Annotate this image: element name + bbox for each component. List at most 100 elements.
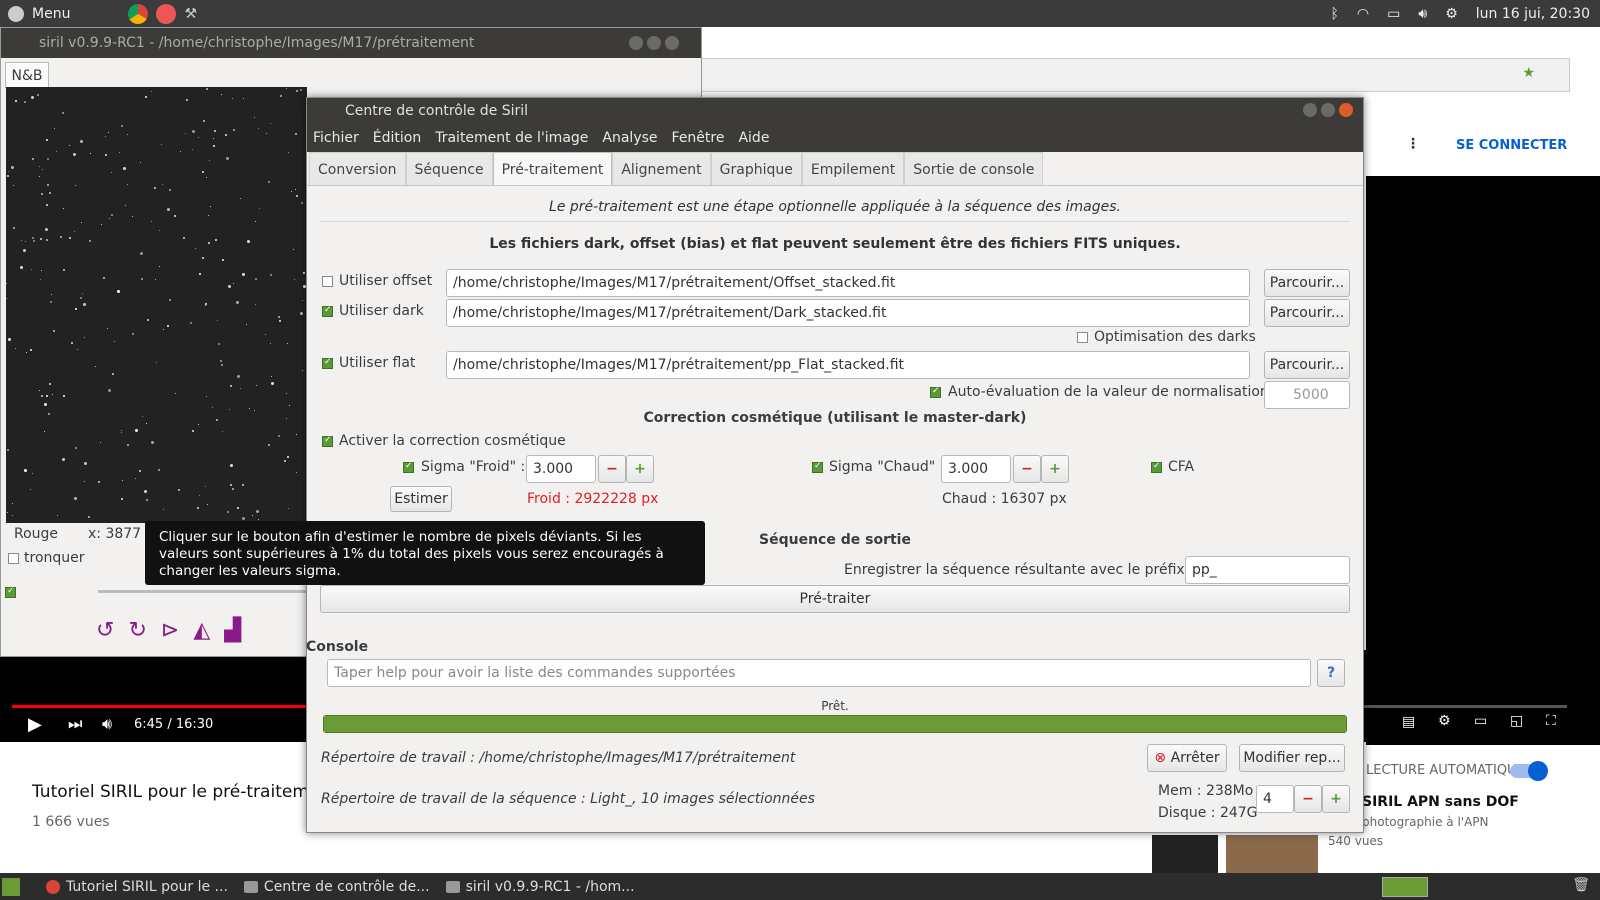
sigma-hot-plus[interactable]: + [1041,455,1069,483]
threads-minus[interactable]: − [1294,785,1322,813]
menu-analyse[interactable]: Analyse [602,130,657,146]
menu-fichier[interactable]: Fichier [313,130,359,146]
rotate-right-icon[interactable]: ↻ [128,618,146,643]
subtitles-icon[interactable]: ▤ [1402,714,1415,730]
preprocess-button[interactable]: Pré-traiter [320,585,1350,613]
norm-value-input[interactable]: 5000 [1264,381,1350,409]
theater-icon[interactable]: ▭ [1474,713,1487,729]
fg-icon[interactable] [156,3,177,24]
star-icon[interactable]: ★ [1522,65,1535,81]
tab-conversion[interactable]: Conversion [309,152,406,185]
sigma-hot-minus[interactable]: − [1013,455,1041,483]
link-checkbox[interactable] [5,586,16,598]
settings-icon[interactable]: ⚙ [1445,6,1458,22]
tab-graphique[interactable]: Graphique [710,152,802,185]
control-titlebar[interactable]: Centre de contrôle de Siril [307,98,1363,124]
autoplay-toggle[interactable] [1510,761,1548,781]
cast-icon[interactable]: ◱ [1510,713,1523,729]
flat-checkbox[interactable] [322,357,333,369]
taskbar-item-siril[interactable]: siril v0.9.9-RC1 - /hom... [438,879,643,895]
next-video-thumb[interactable] [1152,835,1218,873]
dark-path-input[interactable]: /home/christophe/Images/M17/prétraitemen… [446,299,1250,327]
next-video-title[interactable]: SIRIL APN sans DOF [1362,794,1519,810]
menu-traitement[interactable]: Traitement de l'image [435,130,588,146]
offset-checkbox[interactable] [322,276,333,287]
sigma-cold-input[interactable]: 3.000 [526,455,596,483]
chrome-icon[interactable] [128,3,149,24]
tronquer-checkbox[interactable] [8,553,19,564]
dark-optimization-checkbox[interactable] [1077,332,1088,343]
menu-button[interactable]: Menu [32,6,70,22]
console-input[interactable]: Taper help pour avoir la liste des comma… [327,659,1311,687]
browse-flat-button[interactable]: Parcourir... [1264,351,1350,379]
mode-tab[interactable]: N&B [5,62,49,88]
maximize-button[interactable] [647,36,661,50]
close-button[interactable] [1339,103,1353,117]
volume-icon[interactable]: 🔊︎ [1418,6,1427,22]
star [198,273,201,276]
sigma-cold-plus[interactable]: + [626,455,654,483]
address-bar[interactable]: ★ [700,58,1570,92]
tab-sequence[interactable]: Séquence [405,152,493,185]
star [12,185,14,187]
help-icon[interactable]: ? [1317,659,1345,687]
gear-icon[interactable]: ⚙ [1438,713,1451,729]
mirror-icon[interactable]: ◭ [193,618,210,643]
wifi-icon[interactable]: ◠ [1357,6,1369,22]
siril-main-titlebar[interactable]: siril v0.9.9-RC1 - /home/christophe/Imag… [1,28,701,58]
clock[interactable]: lun 16 jui, 20:30 [1476,6,1590,22]
browse-offset-button[interactable]: Parcourir... [1264,269,1350,297]
histogram-icon[interactable]: ▟ [224,618,241,643]
tab-alignement[interactable]: Alignement [612,152,711,185]
tab-console[interactable]: Sortie de console [904,152,1044,185]
tab-empilement[interactable]: Empilement [801,152,905,185]
next-video-thumb-2[interactable] [1226,835,1318,873]
menu-aide[interactable]: Aide [738,130,769,146]
next-icon[interactable]: ⏭ [68,714,82,734]
sigma-cold-checkbox[interactable] [403,461,414,473]
taskbar-item-control[interactable]: Centre de contrôle de... [236,879,438,895]
threads-plus[interactable]: + [1322,785,1350,813]
minimize-button[interactable] [629,36,643,50]
bluetooth-icon[interactable]: ᛒ [1331,6,1339,22]
rotate-left-icon[interactable]: ↺ [96,618,114,643]
browse-dark-button[interactable]: Parcourir... [1264,299,1350,327]
prefix-input[interactable]: pp_ [1185,556,1350,584]
star [122,166,126,170]
play-icon[interactable]: ▶ [28,714,42,735]
battery-icon[interactable]: ▭ [1387,6,1400,22]
sigma-hot-input[interactable]: 3.000 [941,455,1011,483]
menu-icon[interactable] [8,5,24,22]
cfa-checkbox[interactable] [1151,461,1162,473]
volume-icon[interactable]: 🔊︎ [102,714,112,734]
flip-icon[interactable]: ⊳ [161,618,179,643]
tool-icon[interactable]: ⚒ [184,6,197,22]
menu-edition[interactable]: Édition [373,130,421,146]
tab-pretraitement[interactable]: Pré-traitement [492,152,613,185]
more-icon[interactable]: ⋮ [1406,136,1420,152]
show-desktop-icon[interactable] [2,877,20,896]
threads-input[interactable]: 4 [1256,785,1294,813]
trash-icon[interactable]: 🗑︎ [1572,877,1590,893]
fullscreen-icon[interactable]: ⛶ [1546,713,1556,729]
close-button[interactable] [665,36,679,50]
cosmetic-checkbox[interactable] [322,435,333,447]
taskbar-item-browser[interactable]: Tutoriel SIRIL pour le ... [38,879,236,895]
estimate-button[interactable]: Estimer [390,486,452,512]
minimize-button[interactable] [1303,103,1317,117]
dark-checkbox[interactable] [322,305,333,317]
offset-path-input[interactable]: /home/christophe/Images/M17/prétraitemen… [446,269,1250,297]
sigma-cold-minus[interactable]: − [598,455,626,483]
flat-path-input[interactable]: /home/christophe/Images/M17/prétraitemen… [446,351,1250,379]
auto-norm-checkbox[interactable] [930,386,941,398]
sigma-hot-checkbox[interactable] [812,461,823,473]
maximize-button[interactable] [1321,103,1335,117]
stop-button[interactable]: ⊗ Arrêter [1147,744,1227,772]
connect-button[interactable]: SE CONNECTER [1456,138,1567,153]
workspace-icon[interactable] [1382,877,1428,897]
star [49,301,52,304]
change-dir-button[interactable]: Modifier rep... [1239,744,1345,772]
menu-fenetre[interactable]: Fenêtre [672,130,725,146]
slider-track[interactable] [98,590,308,593]
image-preview[interactable] [6,87,307,523]
